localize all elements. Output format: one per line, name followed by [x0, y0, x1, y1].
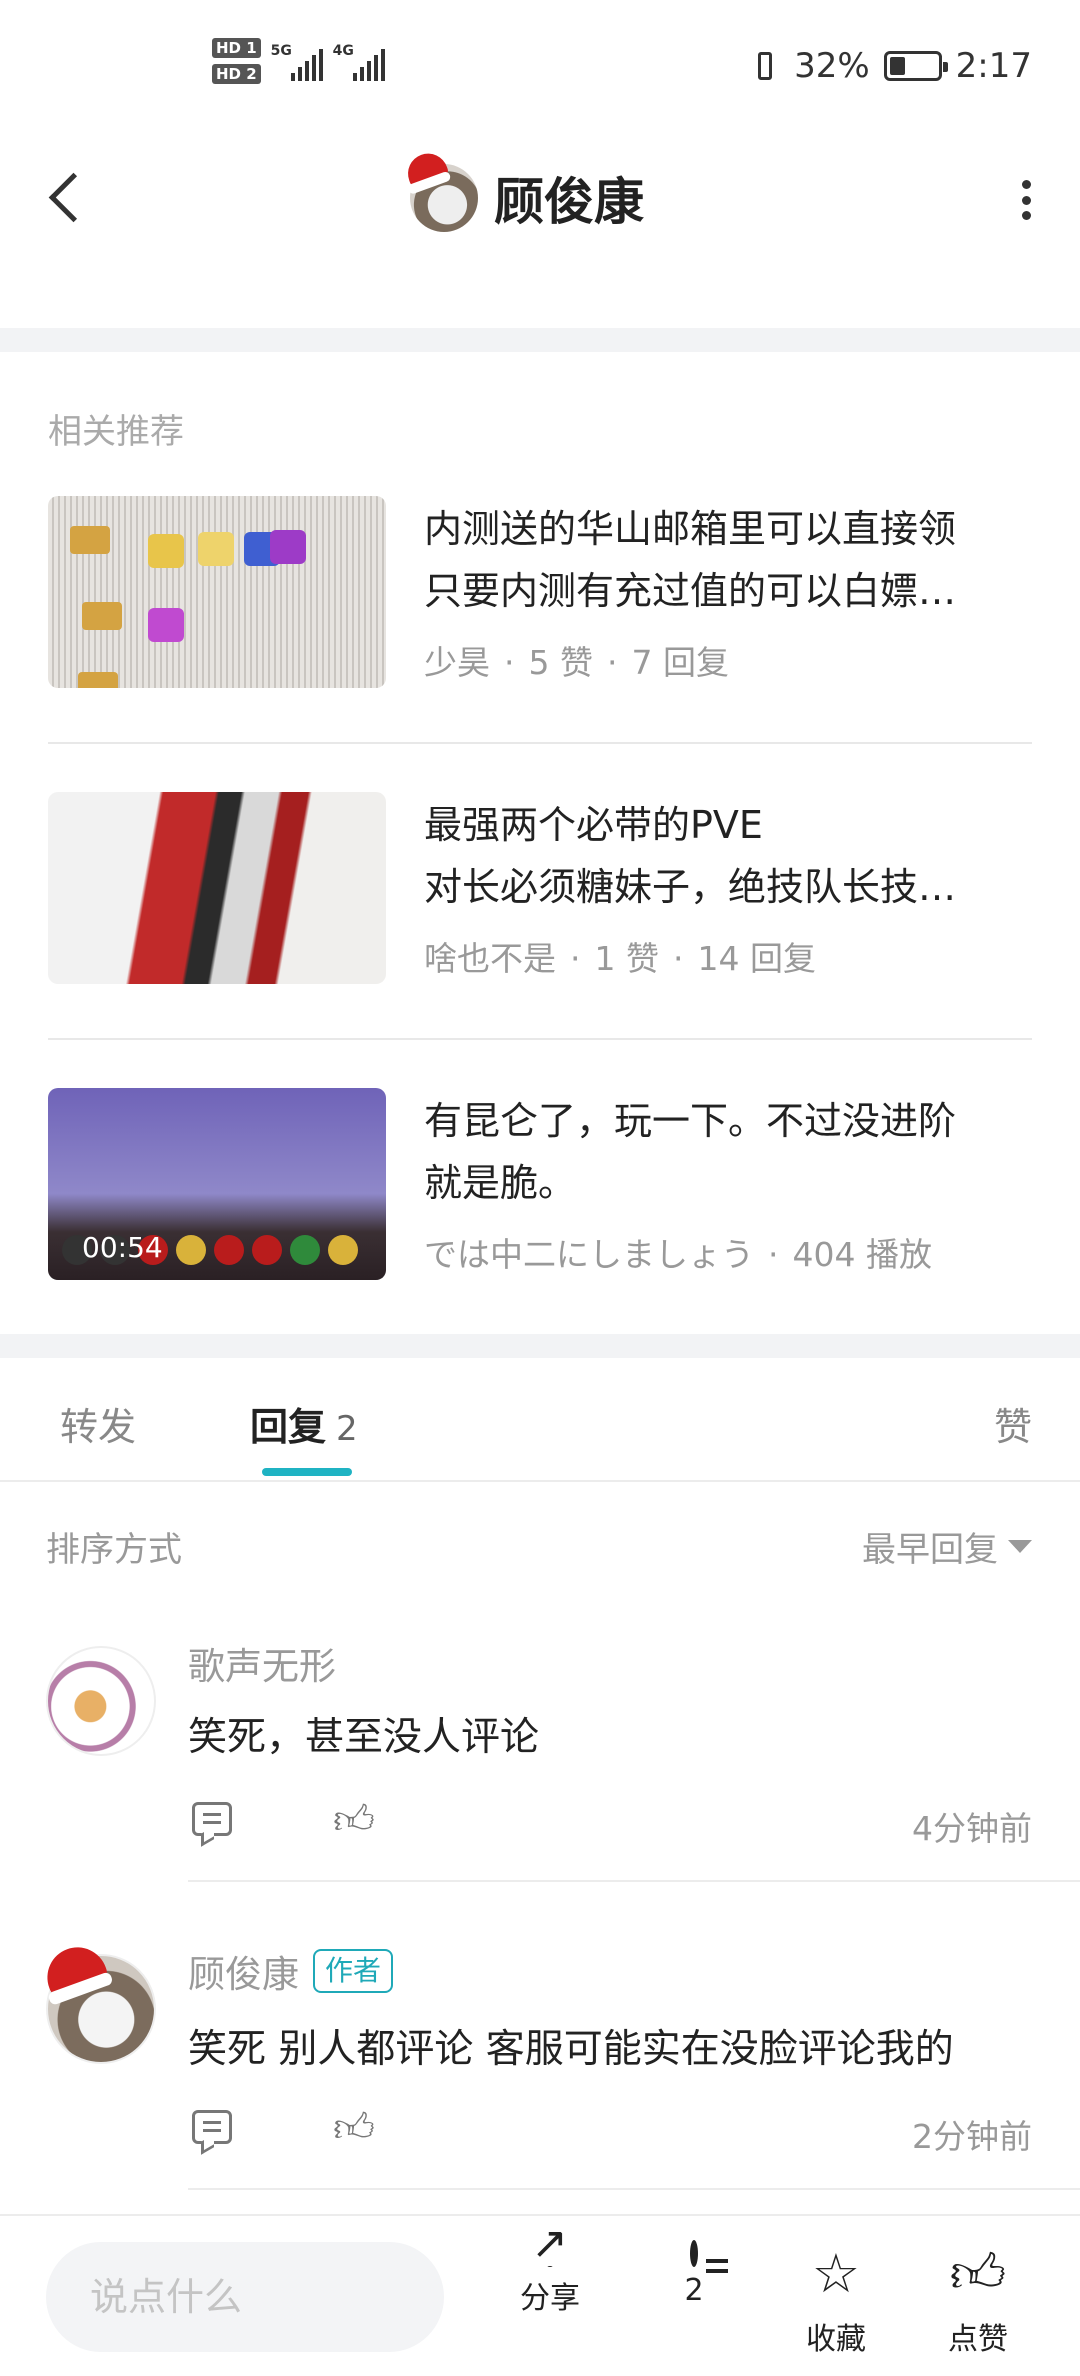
sim2-label: HD 2 [212, 64, 261, 84]
section-divider [0, 328, 1080, 352]
related-title-line1: 最强两个必带的PVE [424, 803, 763, 847]
related-thumbnail [48, 496, 386, 688]
comment-text: 笑死，甚至没人评论 [188, 1715, 540, 1760]
sort-row: 排序方式 最早回复 [46, 1522, 1032, 1572]
reply-icon[interactable] [192, 1802, 232, 1836]
thumbs-up-icon[interactable]: 👍︎ [332, 2106, 376, 2150]
active-tab-indicator [262, 1468, 352, 1476]
sim-indicators: HD 1 HD 2 [212, 38, 261, 84]
vibrate-icon [750, 48, 780, 84]
related-thumbnail [48, 792, 386, 984]
comment-button[interactable]: 2 [644, 2240, 744, 2308]
signal-5g-icon: 5G [271, 41, 323, 81]
sort-label: 排序方式 [46, 1530, 182, 1570]
tab-reply-count: 2 [336, 1409, 358, 1449]
title-group[interactable]: 顾俊康 [402, 148, 644, 234]
related-meta: 少昊 · 5 赞 · 7 回复 [424, 643, 729, 682]
share-icon [546, 2240, 554, 2267]
like-label: 点赞 [948, 2322, 1008, 2357]
comment-text: 笑死 别人都评论 客服可能实在没脸评论我的 [188, 2027, 954, 2072]
favorite-label: 收藏 [806, 2322, 866, 2357]
signal-4g-icon: 4G [333, 41, 385, 81]
comment-actions: 👍︎ 4分钟前 [188, 1798, 1032, 1848]
sort-dropdown[interactable]: 最早回复 [862, 1522, 1032, 1571]
tab-reply[interactable]: 回复 2 [250, 1396, 358, 1451]
favorite-button[interactable]: ☆ 收藏 [786, 2244, 886, 2358]
related-item[interactable]: 00:54 有昆仑了，玩一下。不过没进阶 就是脆。 では中二にしましょう · 404… [48, 1088, 1032, 1284]
sort-value: 最早回复 [862, 1530, 998, 1570]
page-title: 顾俊康 [494, 173, 644, 231]
like-button[interactable]: 👍︎ 点赞 [928, 2244, 1028, 2358]
more-options-icon[interactable] [1020, 180, 1032, 220]
related-label: 相关推荐 [48, 412, 184, 452]
comment-icon [690, 2240, 698, 2267]
share-button[interactable]: 分享 [500, 2240, 600, 2317]
author-avatar[interactable] [402, 148, 478, 232]
interaction-tabs: 转发 回复 2 赞 [0, 1356, 1080, 1482]
avatar[interactable] [38, 1938, 156, 2064]
section-divider [0, 1334, 1080, 1358]
related-meta: 啥也不是 · 1 赞 · 14 回复 [424, 939, 816, 978]
sim1-label: HD 1 [212, 38, 261, 58]
top-bar: 顾俊康 [0, 132, 1080, 328]
avatar[interactable] [46, 1646, 156, 1756]
related-meta: では中二にしましょう · 404 播放 [424, 1235, 932, 1274]
list-divider [48, 742, 1032, 744]
thumbs-up-icon: 👍︎ [949, 2242, 1007, 2305]
tab-forward[interactable]: 转发 [60, 1396, 136, 1451]
related-video-thumbnail: 00:54 [48, 1088, 386, 1280]
comment-time: 2分钟前 [912, 2117, 1032, 2156]
caret-down-icon [1008, 1540, 1032, 1553]
status-right: 32% 2:17 [750, 46, 1032, 86]
related-title-line2: 对长必须糖妹子，绝技队长技… [424, 865, 957, 909]
related-title-line2: 只要内测有充过值的可以白嫖… [424, 569, 957, 613]
related-item[interactable]: 内测送的华山邮箱里可以直接领 只要内测有充过值的可以白嫖… 少昊 · 5 赞 · 7 回… [48, 496, 1032, 692]
star-icon: ☆ [811, 2242, 861, 2305]
signal-indicators: HD 1 HD 2 5G 4G [212, 38, 385, 84]
comment-divider [188, 1880, 1080, 1882]
tab-like[interactable]: 赞 [994, 1396, 1032, 1451]
author-badge: 作者 [313, 1949, 394, 1993]
comment-divider [188, 2188, 1080, 2190]
comment-actions: 👍︎ 2分钟前 [188, 2106, 1032, 2156]
related-title-line1: 内测送的华山邮箱里可以直接领 [424, 507, 957, 551]
related-item[interactable]: 最强两个必带的PVE 对长必须糖妹子，绝技队长技… 啥也不是 · 1 赞 · 14 回复 [48, 792, 1032, 988]
commenter-name[interactable]: 歌声无形 [188, 1636, 336, 1690]
comment-count: 2 [684, 2273, 704, 2308]
share-label: 分享 [520, 2281, 580, 2316]
bottom-action-bar: 说点什么 分享 2 ☆ 收藏 👍︎ 点赞 [0, 2214, 1080, 2376]
commenter-name[interactable]: 顾俊康 作者 [188, 1944, 394, 1998]
comment-time: 4分钟前 [912, 1809, 1032, 1848]
related-title-line1: 有昆仑了，玩一下。不过没进阶 [424, 1099, 957, 1143]
battery-percent: 32% [794, 46, 870, 86]
comment-input[interactable]: 说点什么 [46, 2242, 444, 2352]
back-arrow-icon[interactable] [46, 168, 90, 228]
tab-reply-label: 回复 [250, 1405, 327, 1449]
related-title-line2: 就是脆。 [424, 1161, 577, 1205]
list-divider [48, 1038, 1032, 1040]
video-duration: 00:54 [82, 1231, 163, 1264]
thumbs-up-icon[interactable]: 👍︎ [332, 1798, 376, 1842]
battery-icon [883, 51, 948, 81]
reply-icon[interactable] [192, 2110, 232, 2144]
clock: 2:17 [955, 46, 1032, 86]
status-bar: HD 1 HD 2 5G 4G 32% 2:17 [0, 0, 1080, 132]
